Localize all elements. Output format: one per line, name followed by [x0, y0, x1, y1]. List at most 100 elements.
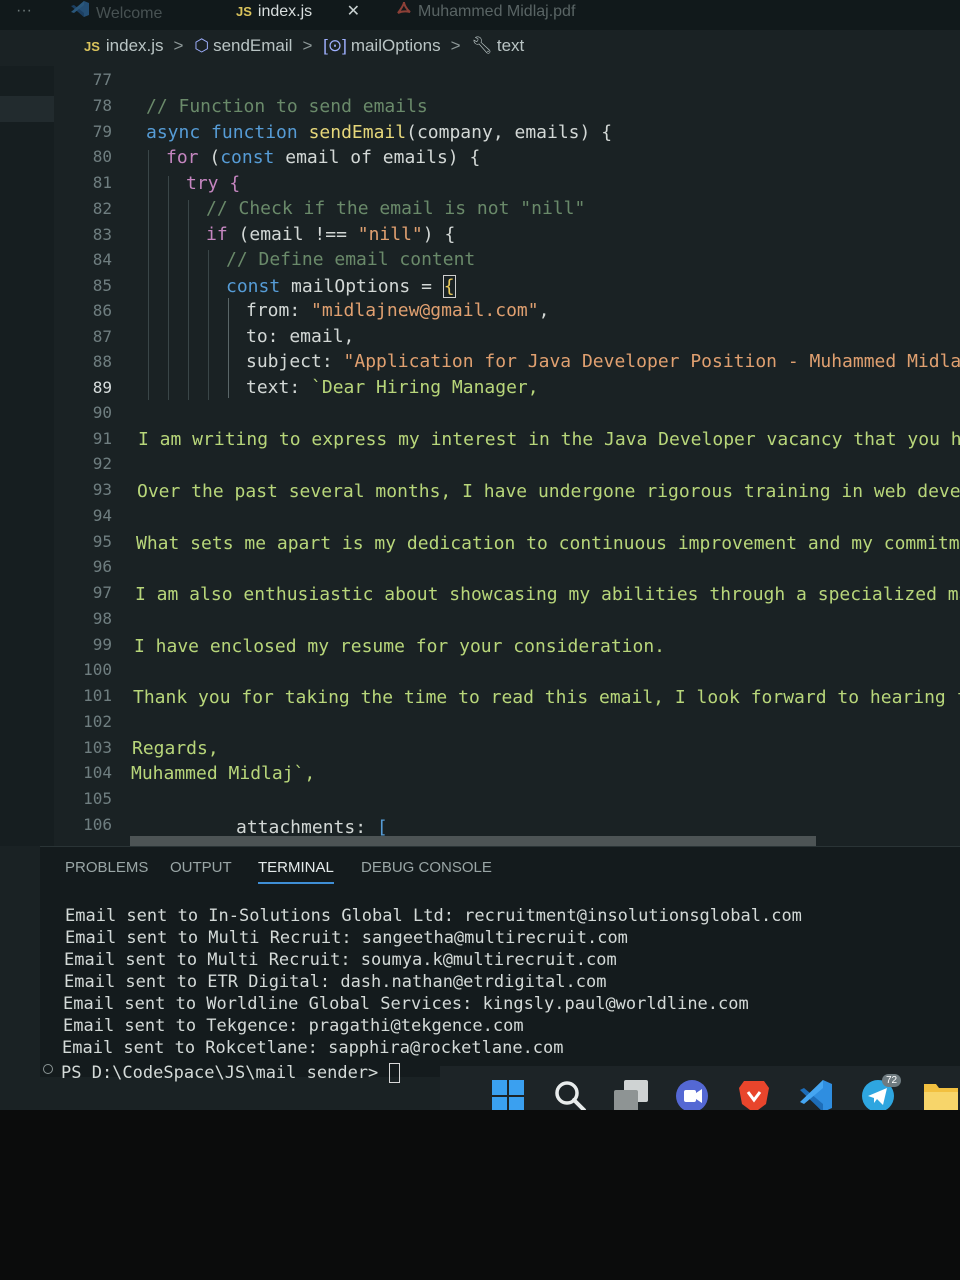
- line-number: 92: [92, 454, 112, 473]
- terminal-line: Email sent to Multi Recruit: soumya.k@mu…: [64, 950, 617, 970]
- code-text: from:: [246, 300, 312, 321]
- prompt-status-icon: [43, 1064, 53, 1074]
- tab-welcome[interactable]: Welcome: [70, 0, 162, 28]
- tab-output[interactable]: OUTPUT: [170, 859, 232, 876]
- wrench-icon: 🔧︎: [471, 36, 493, 55]
- code-line[interactable]: Thank you for taking the time to read th…: [133, 687, 960, 708]
- code-line[interactable]: // Define email content: [226, 249, 475, 270]
- code-line[interactable]: to: email,: [246, 326, 354, 347]
- file-explorer-icon[interactable]: [922, 1078, 960, 1110]
- line-number: 106: [83, 815, 112, 834]
- code-line[interactable]: Over the past several months, I have und…: [137, 481, 960, 502]
- indent-guide: [188, 200, 189, 400]
- code-line[interactable]: async function sendEmail(company, emails…: [146, 122, 612, 143]
- keyword: for: [166, 147, 199, 168]
- line-number: 97: [92, 583, 112, 602]
- js-file-icon: JS: [236, 4, 252, 19]
- code-line[interactable]: from: "midlajnew@gmail.com",: [246, 300, 549, 321]
- line-number: 88: [92, 352, 112, 371]
- code-line[interactable]: const mailOptions = {: [226, 275, 456, 298]
- code-line[interactable]: // Function to send emails: [146, 96, 428, 117]
- task-view-icon[interactable]: [612, 1078, 652, 1110]
- line-number: 102: [83, 712, 112, 731]
- terminal-line: Email sent to Multi Recruit: sangeetha@m…: [65, 928, 628, 948]
- string: "nill": [357, 224, 423, 245]
- template-string: I have enclosed my resume for your consi…: [134, 636, 666, 657]
- tab-debug-console[interactable]: DEBUG CONSOLE: [361, 859, 492, 876]
- code-text: (email !==: [238, 224, 358, 245]
- code-line[interactable]: if (email !== "nill") {: [206, 224, 455, 245]
- telegram-icon[interactable]: 72: [860, 1074, 902, 1110]
- code-line-current[interactable]: text: `Dear Hiring Manager,: [246, 377, 539, 398]
- code-line[interactable]: for (const email of emails) {: [166, 147, 480, 168]
- template-string: Thank you for taking the time to read th…: [133, 687, 960, 708]
- pdf-icon: [396, 0, 412, 24]
- search-icon[interactable]: [552, 1078, 592, 1110]
- code-line[interactable]: try {: [186, 173, 240, 194]
- vscode-icon[interactable]: [798, 1078, 838, 1110]
- line-number: 104: [83, 763, 112, 782]
- line-number: 82: [92, 199, 112, 218]
- breadcrumb-function[interactable]: sendEmail: [213, 36, 292, 55]
- line-number: 96: [92, 557, 112, 576]
- tab-problems[interactable]: PROBLEMS: [65, 859, 148, 876]
- line-number: 90: [92, 403, 112, 422]
- line-number: 83: [92, 225, 112, 244]
- line-number: 99: [92, 635, 112, 654]
- code-text: mailOptions =: [291, 276, 443, 297]
- line-number: 86: [92, 301, 112, 320]
- template-string: I am also enthusiastic about showcasing …: [135, 584, 960, 605]
- js-file-icon: JS: [84, 39, 100, 54]
- code-text: attachments:: [236, 817, 377, 838]
- code-text: text:: [246, 377, 312, 398]
- more-actions-icon[interactable]: ···: [16, 2, 32, 20]
- tab-terminal[interactable]: TERMINAL: [258, 859, 334, 884]
- template-string: Muhammed Midlaj`,: [131, 763, 316, 784]
- line-number: 87: [92, 327, 112, 346]
- meet-chat-icon[interactable]: [674, 1078, 714, 1110]
- code-line[interactable]: I am also enthusiastic about showcasing …: [135, 584, 960, 605]
- chevron-right-icon: >: [302, 36, 313, 55]
- brave-browser-icon[interactable]: [736, 1078, 776, 1110]
- keyword: function: [211, 122, 298, 143]
- code-text: to: email,: [246, 326, 355, 347]
- code-text: (company, emails) {: [406, 122, 613, 143]
- template-string: What sets me apart is my dedication to c…: [136, 533, 960, 554]
- line-number: 77: [92, 70, 112, 89]
- code-text: (: [209, 147, 221, 168]
- code-line[interactable]: I am writing to express my interest in t…: [138, 429, 960, 450]
- tab-index-js[interactable]: JS index.js ✕: [236, 0, 360, 28]
- code-line[interactable]: attachments: [: [236, 817, 388, 838]
- close-icon[interactable]: ✕: [347, 3, 360, 20]
- keyword: const: [220, 147, 275, 168]
- line-number: 91: [92, 429, 112, 448]
- indent-guide: [168, 176, 169, 400]
- terminal-prompt-line[interactable]: PS D:\CodeSpace\JS\mail sender>: [61, 1063, 400, 1083]
- code-line[interactable]: I have enclosed my resume for your consi…: [134, 636, 665, 657]
- string: "Application for Java Developer Position…: [343, 351, 960, 372]
- code-line[interactable]: // Check if the email is not "nill": [206, 198, 585, 219]
- line-number: 94: [92, 506, 112, 525]
- string: "midlajnew@gmail.com": [311, 300, 539, 321]
- code-line[interactable]: Regards,: [132, 738, 219, 759]
- template-string: Regards,: [132, 738, 219, 759]
- code-text: email of emails) {: [285, 147, 481, 168]
- windows-start-icon[interactable]: [490, 1078, 530, 1110]
- line-number: 103: [83, 738, 112, 757]
- code-text: ,: [538, 300, 550, 321]
- code-line[interactable]: What sets me apart is my dedication to c…: [136, 533, 960, 554]
- comment: // Check if the email is not "nill": [206, 198, 586, 219]
- tab-pdf[interactable]: Muhammed Midlaj.pdf: [396, 0, 575, 28]
- tab-label: Welcome: [96, 5, 163, 22]
- terminal-line: Email sent to Tekgence: pragathi@tekgenc…: [63, 1016, 524, 1036]
- activity-bar: [0, 66, 54, 846]
- breadcrumb-property[interactable]: text: [497, 36, 524, 55]
- bracket: [: [376, 817, 388, 838]
- code-text: try {: [186, 173, 241, 194]
- code-line[interactable]: Muhammed Midlaj`,: [131, 763, 315, 784]
- variable-icon: [⊙]: [323, 36, 347, 55]
- breadcrumb-file[interactable]: index.js: [106, 36, 164, 55]
- code-line[interactable]: subject: "Application for Java Developer…: [246, 351, 960, 372]
- breadcrumb-variable[interactable]: mailOptions: [351, 36, 441, 55]
- line-number: 84: [92, 250, 112, 269]
